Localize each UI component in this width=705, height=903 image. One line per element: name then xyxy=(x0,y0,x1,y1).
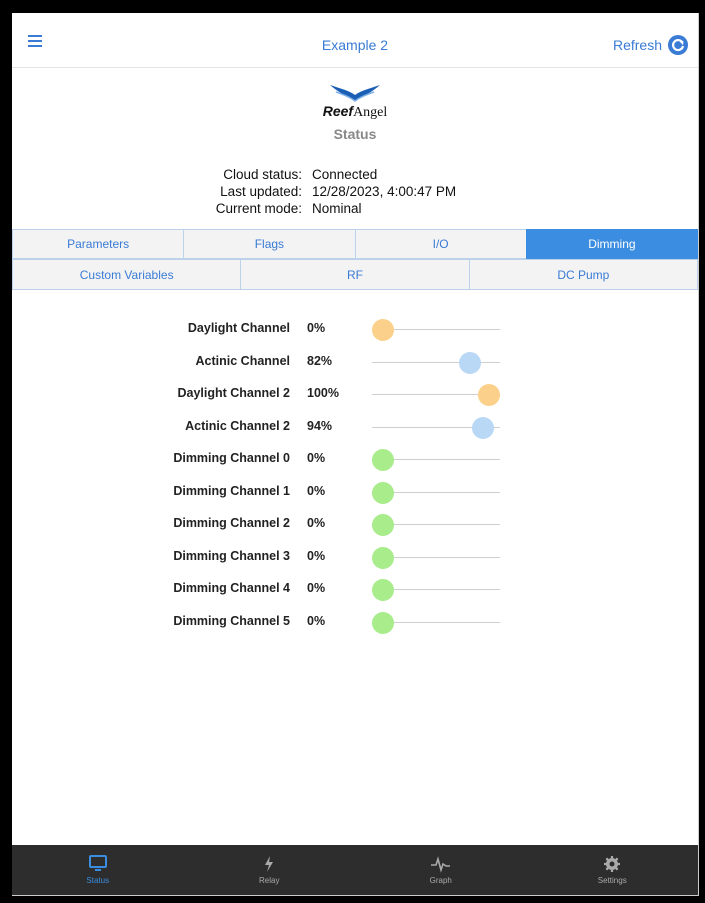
channel-value: 100% xyxy=(307,386,339,400)
channel-value: 0% xyxy=(307,483,326,498)
slider-knob[interactable] xyxy=(471,416,494,439)
tab-dimming[interactable]: Dimming xyxy=(525,229,698,259)
channel-name: Daylight Channel 2 xyxy=(177,386,290,400)
channel-value: 0% xyxy=(307,548,326,563)
monitor-icon xyxy=(88,855,107,871)
lightning-icon xyxy=(265,856,274,872)
channel-slider[interactable] xyxy=(372,546,500,569)
channel-slider[interactable] xyxy=(372,416,500,439)
channel-name: Dimming Channel 4 xyxy=(173,581,290,595)
brand-bold: Reef xyxy=(322,103,354,119)
slider-knob[interactable] xyxy=(372,481,394,504)
info-row: Last updated: 12/28/2023, 4:00:47 PM xyxy=(12,184,698,201)
app-screen: Example 2 Refresh ReefAngel Status Cloud… xyxy=(12,13,699,896)
channel-name: Dimming Channel 1 xyxy=(173,483,290,498)
refresh-button[interactable]: Refresh xyxy=(613,35,688,55)
current-mode-value: Nominal xyxy=(312,201,362,216)
nav-relay[interactable]: Relay xyxy=(184,845,356,895)
info-row: Cloud status: Connected xyxy=(12,167,698,184)
channel-name: Dimming Channel 3 xyxy=(173,548,290,563)
dimming-channel-row: Daylight Channel 0% xyxy=(12,313,698,346)
slider-knob[interactable] xyxy=(372,611,394,634)
tab-dc-pump[interactable]: DC Pump xyxy=(468,259,698,290)
nav-graph[interactable]: Graph xyxy=(355,845,527,895)
slider-knob[interactable] xyxy=(372,546,394,569)
channel-value: 0% xyxy=(307,613,326,628)
refresh-label: Refresh xyxy=(612,37,662,53)
current-mode-label: Current mode: xyxy=(215,201,302,216)
slider-knob[interactable] xyxy=(458,351,481,374)
nav-status-label: Status xyxy=(86,876,110,885)
channel-name: Daylight Channel xyxy=(187,321,290,335)
channel-slider[interactable] xyxy=(372,351,500,374)
info-row: Current mode: Nominal xyxy=(12,201,698,218)
channel-value: 0% xyxy=(307,516,326,530)
channel-name: Dimming Channel 0 xyxy=(173,451,290,465)
dimming-channel-row: Dimming Channel 5 0% xyxy=(12,606,698,639)
last-updated-label: Last updated: xyxy=(220,184,302,199)
app-title: Example 2 xyxy=(321,37,389,53)
channel-name: Actinic Channel xyxy=(195,353,290,368)
dimming-channel-row: Dimming Channel 3 0% xyxy=(12,541,698,574)
channel-slider[interactable] xyxy=(372,579,500,601)
nav-graph-label: Graph xyxy=(429,876,452,885)
tab-bar-primary: Parameters Flags I/O Dimming xyxy=(12,229,698,259)
channel-value: 0% xyxy=(307,581,326,595)
slider-knob[interactable] xyxy=(372,579,394,601)
dimming-channel-row: Daylight Channel 2 100% xyxy=(12,378,698,411)
nav-relay-label: Relay xyxy=(259,876,280,885)
channel-name: Dimming Channel 2 xyxy=(173,516,290,530)
channel-name: Dimming Channel 5 xyxy=(173,613,290,628)
bottom-navigation: Status Relay Graph Settings xyxy=(12,845,698,895)
last-updated-value: 12/28/2023, 4:00:47 PM xyxy=(312,184,457,199)
dimming-channel-row: Actinic Channel 2 94% xyxy=(12,411,698,444)
channel-slider[interactable] xyxy=(372,449,500,471)
channel-value: 94% xyxy=(307,418,333,433)
reef-angel-logo: ReefAngel xyxy=(12,83,698,121)
tab-custom-variables[interactable]: Custom Variables xyxy=(12,259,241,290)
dimming-channel-row: Dimming Channel 4 0% xyxy=(12,573,698,606)
dimming-channel-row: Dimming Channel 2 0% xyxy=(12,508,698,541)
tab-parameters[interactable]: Parameters xyxy=(12,229,184,259)
channel-value: 0% xyxy=(307,451,326,465)
tab-bar-secondary: Custom Variables RF DC Pump xyxy=(12,259,698,290)
channel-slider[interactable] xyxy=(372,514,500,536)
device-frame: Example 2 Refresh ReefAngel Status Cloud… xyxy=(0,0,705,903)
top-bar: Example 2 Refresh xyxy=(12,13,698,68)
channel-value: 82% xyxy=(307,353,333,368)
page-title: Status xyxy=(333,126,377,142)
channel-value: 0% xyxy=(307,321,326,335)
dimming-channel-row: Dimming Channel 1 0% xyxy=(12,476,698,509)
channel-slider[interactable] xyxy=(372,481,500,504)
nav-settings-label: Settings xyxy=(597,876,627,885)
status-info: Cloud status: Connected Last updated: 12… xyxy=(12,167,698,218)
nav-settings[interactable]: Settings xyxy=(527,845,699,895)
tab-flags[interactable]: Flags xyxy=(183,229,355,259)
tab-rf[interactable]: RF xyxy=(240,259,469,290)
slider-knob[interactable] xyxy=(372,449,394,471)
gear-icon xyxy=(604,856,621,872)
dimming-channel-row: Dimming Channel 0 0% xyxy=(12,443,698,476)
refresh-icon xyxy=(668,35,688,55)
channel-name: Actinic Channel 2 xyxy=(185,418,290,433)
wings-icon xyxy=(330,85,380,102)
pulse-icon xyxy=(430,856,450,873)
dimming-channel-list: Daylight Channel 0% Actinic Channel 82% Dayl… xyxy=(12,313,698,638)
brand-rest: Angel xyxy=(353,105,388,120)
cloud-status-label: Cloud status: xyxy=(223,167,302,182)
slider-knob[interactable] xyxy=(478,384,500,406)
channel-slider[interactable] xyxy=(372,384,500,406)
channel-slider[interactable] xyxy=(372,319,500,341)
tab-io[interactable]: I/O xyxy=(354,229,526,259)
channel-slider[interactable] xyxy=(372,611,500,634)
cloud-status-value: Connected xyxy=(312,167,378,182)
slider-knob[interactable] xyxy=(372,319,394,341)
nav-status[interactable]: Status xyxy=(12,845,184,895)
slider-knob[interactable] xyxy=(372,514,394,536)
dimming-channel-row: Actinic Channel 82% xyxy=(12,346,698,379)
